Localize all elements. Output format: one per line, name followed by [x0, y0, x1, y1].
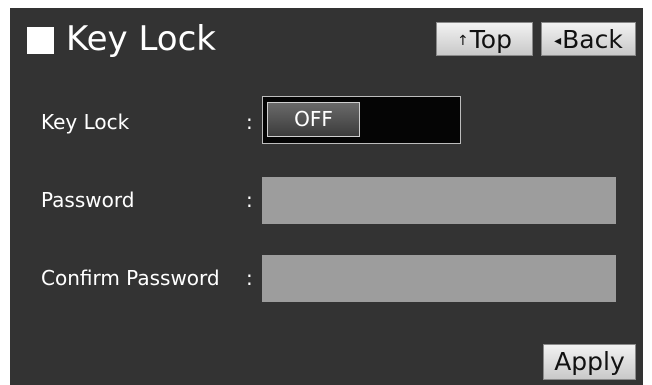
top-button-label: Top	[469, 25, 512, 54]
top-button[interactable]: ↑Top	[436, 22, 533, 56]
key-lock-label: Key Lock	[41, 110, 130, 134]
back-button-label: Back	[562, 25, 623, 54]
password-field[interactable]	[262, 177, 616, 224]
page-title: Key Lock	[66, 19, 216, 59]
password-label: Password	[41, 188, 135, 212]
title-square-icon	[27, 27, 54, 54]
key-lock-colon: :	[246, 110, 253, 134]
back-button[interactable]: ◂Back	[541, 22, 636, 56]
apply-button[interactable]: Apply	[543, 344, 636, 380]
confirm-password-label: Confirm Password	[41, 266, 220, 290]
confirm-password-colon: :	[246, 266, 253, 290]
key-lock-toggle[interactable]: OFF	[262, 96, 461, 144]
left-triangle-icon: ◂	[554, 33, 562, 49]
key-lock-toggle-knob: OFF	[267, 102, 360, 137]
up-arrow-icon: ↑	[457, 33, 469, 49]
password-colon: :	[246, 188, 253, 212]
confirm-password-field[interactable]	[262, 255, 616, 302]
key-lock-screen: Key Lock ↑Top ◂Back Key Lock : OFF Passw…	[10, 8, 643, 385]
